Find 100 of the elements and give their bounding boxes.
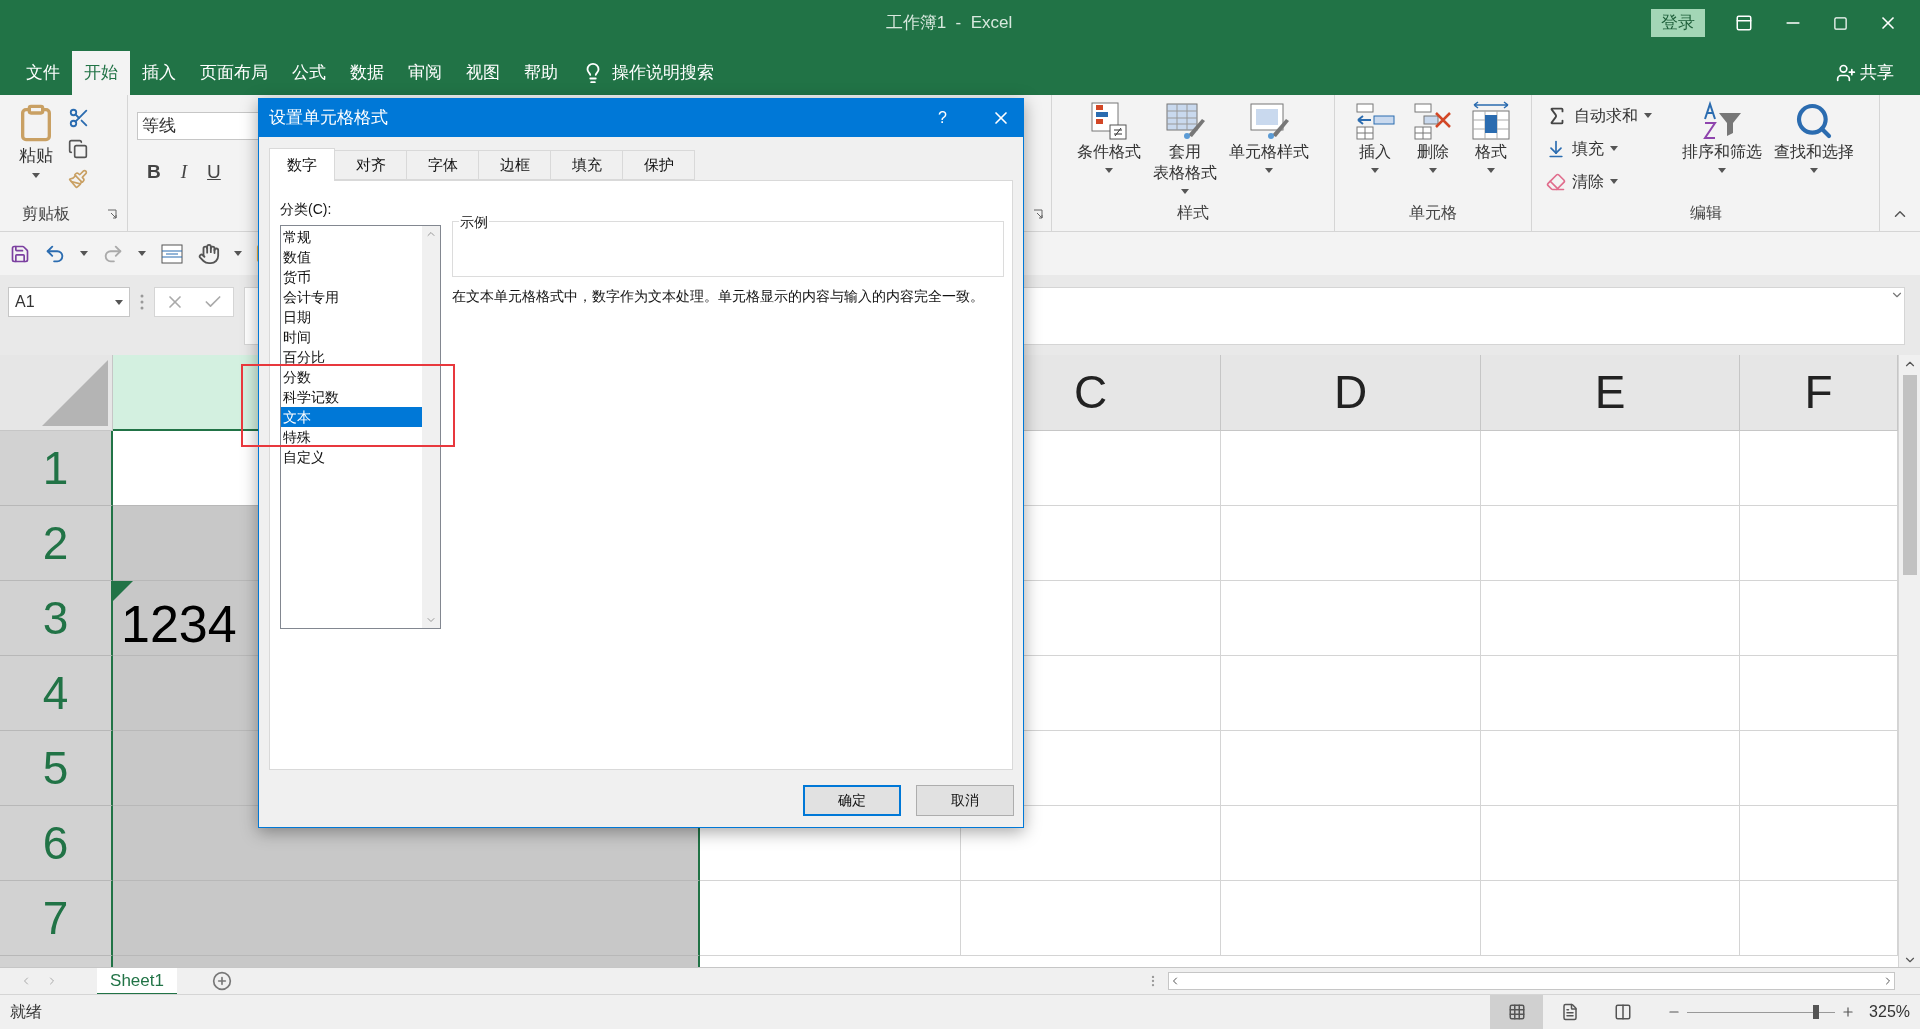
dialog-tab[interactable]: 边框 <box>479 150 551 180</box>
dialog-tab[interactable]: 数字 <box>269 148 335 181</box>
dialog-tab[interactable]: 对齐 <box>335 150 407 180</box>
zoom-slider[interactable] <box>1687 1005 1836 1019</box>
list-item[interactable]: 常规 <box>281 227 422 247</box>
tell-me-search[interactable]: 操作说明搜索 <box>612 60 714 86</box>
ribbon-button[interactable]: 套用 表格格式 <box>1147 95 1223 200</box>
row-header[interactable]: 4 <box>0 656 113 731</box>
list-item[interactable]: 百分比 <box>281 347 422 367</box>
copy-icon[interactable] <box>68 139 88 159</box>
column-width-icon[interactable] <box>160 241 184 266</box>
ribbon-tab[interactable]: 开始 <box>72 51 130 95</box>
ribbon-tab[interactable]: 审阅 <box>396 51 454 95</box>
page-break-icon <box>1613 1003 1632 1021</box>
list-item[interactable]: 自定义 <box>281 447 422 467</box>
ribbon-tab[interactable]: 数据 <box>338 51 396 95</box>
sheet-tab[interactable]: Sheet1 <box>97 967 177 995</box>
caret-icon <box>1610 146 1618 151</box>
button-label: 表格格式 <box>1153 163 1217 183</box>
add-sheet-icon[interactable] <box>212 971 232 991</box>
button-label: 填充 <box>1572 138 1604 159</box>
horizontal-scrollbar[interactable] <box>1168 972 1895 990</box>
category-label: 分类(C): <box>280 200 333 219</box>
format-painter-icon[interactable] <box>68 169 88 189</box>
column-header[interactable]: E <box>1481 355 1740 431</box>
list-item[interactable]: 数值 <box>281 247 422 267</box>
dialog-button[interactable]: 确定 <box>803 785 901 816</box>
list-item[interactable]: 特殊 <box>281 427 422 447</box>
touch-mode-icon[interactable] <box>198 242 220 265</box>
restore-icon[interactable] <box>1833 15 1848 31</box>
button-label: 插入 <box>1359 142 1391 162</box>
row-header[interactable]: 3 <box>0 581 113 656</box>
ribbon-button[interactable]: 单元格样式 <box>1223 95 1315 200</box>
triangle-icon <box>42 360 108 426</box>
dialog-button[interactable]: 取消 <box>916 785 1014 816</box>
paste-button[interactable]: 粘贴 <box>16 103 56 197</box>
zoom-in-icon[interactable] <box>1841 1005 1856 1019</box>
ribbon-button[interactable]: 删除 <box>1406 95 1460 200</box>
caret-icon <box>1610 179 1618 184</box>
save-icon[interactable] <box>10 243 30 264</box>
launcher-icon[interactable] <box>1033 209 1043 219</box>
dialog-tab[interactable]: 填充 <box>551 150 623 180</box>
ribbon-tab[interactable]: 文件 <box>14 51 72 95</box>
italic-button[interactable]: I <box>180 158 188 187</box>
cell-value: 1234 <box>120 594 237 655</box>
fill-down-icon <box>1546 138 1566 159</box>
dialog-tab[interactable]: 字体 <box>407 150 479 180</box>
launcher-icon[interactable] <box>107 209 117 219</box>
row-header[interactable]: 1 <box>0 431 113 506</box>
ribbon-button[interactable]: 格式 <box>1464 95 1518 200</box>
caret-icon <box>234 251 242 256</box>
ribbon-button[interactable]: 条件格式 <box>1071 95 1147 200</box>
list-item[interactable]: 科学记数 <box>281 387 422 407</box>
list-item[interactable]: 分数 <box>281 367 422 387</box>
view-button[interactable] <box>1490 994 1544 1029</box>
ribbon-button[interactable]: 填充 <box>1546 136 1676 161</box>
row-header[interactable]: 5 <box>0 731 113 806</box>
bold-button[interactable]: B <box>147 158 161 187</box>
category-list[interactable]: 常规 数值 货币 会计专用 日期 时间 百分比 分数 科学记数 文本 特殊 自定义 <box>280 225 441 629</box>
scissors-icon[interactable] <box>68 107 90 129</box>
ribbon-button[interactable]: 自动求和 <box>1546 103 1676 128</box>
list-item[interactable]: 会计专用 <box>281 287 422 307</box>
list-item[interactable]: 日期 <box>281 307 422 327</box>
ribbon-button[interactable]: 清除 <box>1546 169 1676 194</box>
ribbon-button[interactable]: 查找和选择 <box>1768 95 1860 200</box>
scroll-thumb[interactable] <box>1902 375 1917 575</box>
slider-thumb[interactable] <box>1812 1005 1819 1019</box>
row-header[interactable]: 7 <box>0 881 113 956</box>
button-label: 套用 <box>1169 142 1201 162</box>
row-header[interactable]: 6 <box>0 806 113 881</box>
window-title: 工作簿1 - Excel <box>885 12 1013 35</box>
ribbon-tab[interactable]: 帮助 <box>512 51 570 95</box>
caret-icon <box>1644 113 1652 118</box>
column-header[interactable]: D <box>1221 355 1481 431</box>
ribbon-tab[interactable]: 视图 <box>454 51 512 95</box>
dialog-tab[interactable]: 保护 <box>623 150 695 180</box>
caret-icon <box>1429 168 1437 173</box>
caret-icon <box>138 251 146 256</box>
insert-cells-icon <box>1354 101 1396 141</box>
share-button[interactable]: 共享 <box>1860 60 1894 86</box>
ribbon-button[interactable]: 插入 <box>1348 95 1402 200</box>
ribbon-tab[interactable]: 页面布局 <box>188 51 280 95</box>
ribbon-tab[interactable]: 插入 <box>130 51 188 95</box>
ribbon-display-icon[interactable] <box>1735 14 1753 32</box>
name-box[interactable]: A1 <box>8 287 130 317</box>
help-button[interactable]: ? <box>938 106 947 130</box>
caret-icon <box>1371 168 1379 173</box>
ribbon-tab[interactable]: 公式 <box>280 51 338 95</box>
list-item[interactable]: 时间 <box>281 327 422 347</box>
column-header[interactable]: F <box>1740 355 1898 431</box>
underline-button[interactable]: U <box>207 158 221 187</box>
list-item[interactable]: 文本 <box>281 407 422 427</box>
row-header[interactable]: 2 <box>0 506 113 581</box>
vertical-scrollbar[interactable] <box>1898 355 1920 967</box>
zoom-level[interactable]: 325% <box>1869 1000 1910 1024</box>
conditional-format-icon <box>1088 101 1130 141</box>
login-button[interactable]: 登录 <box>1651 9 1705 37</box>
ribbon-button[interactable]: 排序和筛选 <box>1676 95 1768 200</box>
page-icon <box>1560 1003 1579 1021</box>
list-item[interactable]: 货币 <box>281 267 422 287</box>
